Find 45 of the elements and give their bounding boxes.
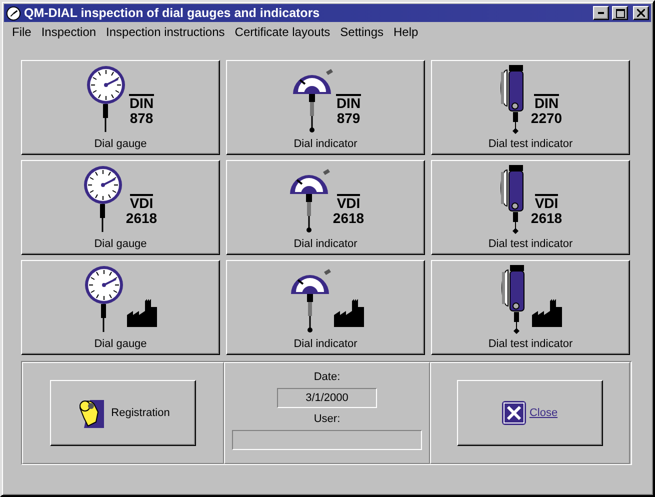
standard-number: 2618 [126,211,158,226]
standard-name: VDI [130,194,154,211]
close-icon [637,9,645,17]
clock-icon [6,6,21,20]
standard-number: 2270 [530,111,562,126]
standard-name: VDI [534,194,558,211]
standard-name: DIN [129,94,154,111]
standard-number: 878 [130,111,154,126]
close-button[interactable] [633,6,649,20]
factory-icon [532,299,562,327]
instrument-button[interactable]: Dial indicator [226,260,425,355]
factory-icon [126,299,156,327]
standard-number: 879 [336,111,360,126]
date-label: Date: [314,371,340,383]
instrument-button[interactable]: Dial gauge [21,260,220,355]
maximize-button[interactable] [612,6,628,20]
close-app-button[interactable]: Close [457,380,603,446]
menu-item[interactable]: Inspection instructions [101,25,230,39]
standard-name: DIN [336,94,361,111]
menu-item[interactable]: Help [388,25,424,39]
menu-item[interactable]: Certificate layouts [230,25,336,39]
instrument-button[interactable]: Dial test indicator [431,260,630,355]
instrument-button[interactable]: VDI 2618 Dial test indicator [431,160,630,255]
user-field[interactable] [232,430,422,450]
user-label: User: [314,413,340,425]
menu-item[interactable]: Settings [335,25,389,39]
standard-number: 2618 [332,211,364,226]
menu-item[interactable]: File [7,25,36,39]
maximize-icon [616,8,624,18]
minimize-button[interactable] [593,6,609,20]
instrument-button[interactable]: DIN 879 Dial indicator [226,60,425,155]
standard-name: VDI [336,194,360,211]
standard-number: 2618 [530,211,562,226]
close-icon [502,401,526,425]
instrument-button[interactable]: VDI 2618 Dial gauge [21,160,220,255]
instrument-button[interactable]: DIN 2270 Dial test indicator [431,60,630,155]
date-field[interactable]: 3/1/2000 [277,388,377,408]
standard-name: DIN [534,94,559,111]
window-title: QM-DIAL inspection of dial gauges and indicators [24,6,321,20]
instrument-button[interactable]: VDI 2618 Dial indicator [226,160,425,255]
instrument-button[interactable]: DIN 878 Dial gauge [21,60,220,155]
menu-item[interactable]: Inspection [36,25,102,39]
factory-icon [334,299,364,327]
registration-button[interactable]: Registration [50,380,196,446]
minimize-icon [598,12,604,14]
